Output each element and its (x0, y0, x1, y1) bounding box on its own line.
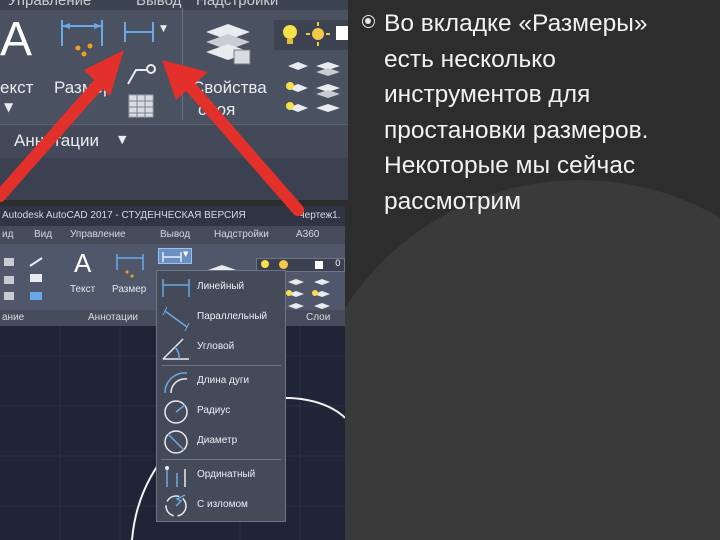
radius-dim-icon (164, 400, 188, 424)
menu-item-label: Линейный (197, 281, 245, 292)
text-tool-icon[interactable]: A (0, 14, 32, 66)
menu-item-angular[interactable]: Угловой (157, 333, 285, 363)
diameter-dim-icon (164, 430, 188, 454)
panel-title-annotation[interactable]: Аннотации (88, 310, 138, 326)
tab-addins[interactable]: Надстройки (196, 0, 278, 9)
window-titlebar: Autodesk AutoCAD 2017 - СТУДЕНЧЕСКАЯ ВЕР… (0, 206, 345, 226)
menu-item-label: Ординатный (197, 469, 256, 480)
menu-item-label: Параллельный (197, 311, 268, 322)
slide-line: Некоторые мы сейчас (384, 152, 636, 179)
linear-dim-split-button[interactable]: ▼ (158, 248, 192, 264)
modify-tools-icons[interactable] (2, 256, 46, 306)
menu-item-label: Диаметр (197, 435, 238, 446)
tab-view[interactable]: Вид (34, 226, 52, 244)
ribbon-zoomed-crop: Управление Вывод Надстройки A екст ▼ Раз… (0, 0, 348, 200)
dimension-tool-label: Размер (54, 78, 113, 97)
slide-line: рассмотрим (384, 187, 522, 215)
layer-properties-icon[interactable] (204, 20, 252, 66)
menu-separator (161, 365, 281, 366)
chevron-down-icon[interactable]: ▼ (160, 24, 167, 34)
tab-a360[interactable]: A360 (296, 226, 319, 244)
linear-dim-icon (162, 252, 182, 262)
text-tool-label: екст (0, 78, 34, 97)
tab-output[interactable]: Вывод (160, 226, 190, 244)
layer-properties-label-1: Свойства (192, 78, 267, 97)
menu-item-radius[interactable]: Радиус (157, 397, 285, 427)
arc-length-dim-icon (164, 372, 188, 394)
tab-manage[interactable]: Управление (8, 0, 91, 9)
annotation-panel-title: Аннотации (14, 131, 99, 150)
ribbon-bottom-area (0, 158, 348, 200)
text-tool-icon[interactable]: A (74, 248, 91, 279)
chevron-down-icon[interactable]: ▼ (118, 133, 126, 146)
layer-tools-icons[interactable] (284, 276, 340, 312)
dimension-tool-label: Размер (112, 284, 147, 295)
linear-dim-icon (162, 279, 190, 297)
menu-item-label: Радиус (197, 405, 231, 416)
panel-title-layers[interactable]: Слои (306, 310, 330, 326)
annotation-panel-bar[interactable]: Аннотации ▼ (0, 124, 348, 158)
menu-item-jogged[interactable]: С изломом (157, 491, 285, 521)
bullet-icon (362, 15, 375, 28)
menu-item-label: С изломом (197, 499, 248, 510)
slide-line: простановки размеров. (384, 116, 649, 144)
tab-manage[interactable]: Управление (70, 226, 126, 244)
angular-dim-icon (162, 338, 189, 360)
slide-bullet-text: Во вкладке «Размеры» есть несколько инст… (362, 6, 718, 219)
menu-item-label: Угловой (197, 341, 235, 352)
layer-name: 0 (335, 259, 341, 269)
menu-item-aligned[interactable]: Параллельный (157, 303, 285, 333)
dimension-tool-icon[interactable] (58, 16, 106, 64)
menu-item-linear[interactable]: Линейный (157, 273, 285, 303)
menu-separator (161, 459, 281, 460)
window-title: Autodesk AutoCAD 2017 - СТУДЕНЧЕСКАЯ ВЕР… (2, 210, 246, 221)
linear-dim-icon[interactable] (122, 20, 156, 44)
ribbon-tab-strip: Управление Вывод Надстройки (0, 0, 348, 10)
layer-state-icons[interactable] (274, 18, 348, 52)
panel-title-draw[interactable]: ание (2, 310, 24, 326)
menu-item-ordinate[interactable]: Ординатный (157, 461, 285, 491)
ribbon-tabs: ид Вид Управление Вывод Надстройки A360 (0, 226, 345, 244)
slide-line: есть несколько (384, 45, 556, 73)
drawing-file-name: Чертеж1. (298, 210, 341, 221)
aligned-dim-icon (162, 306, 190, 331)
menu-item-diameter[interactable]: Диаметр (157, 427, 285, 457)
table-icon[interactable] (128, 94, 154, 118)
leader-icon[interactable] (124, 60, 158, 88)
dimension-dropdown-menu: Линейный Параллельный Угловой Длина дуги… (156, 270, 286, 522)
tab-addins[interactable]: Надстройки (214, 226, 269, 244)
dimension-tool-icon[interactable] (114, 252, 146, 280)
chevron-down-icon[interactable]: ▼ (4, 100, 13, 114)
text-tool-label: Текст (70, 284, 96, 295)
chevron-down-icon: ▼ (183, 250, 189, 258)
menu-item-label: Длина дуги (197, 375, 250, 386)
slide-line: Во вкладке «Размеры» (384, 10, 648, 37)
jogged-dim-icon (165, 494, 187, 517)
panel-separator (182, 8, 183, 120)
tab-output[interactable]: Вывод (136, 0, 181, 9)
layer-properties-label-2: слоя (198, 100, 236, 119)
menu-item-arc-length[interactable]: Длина дуги (157, 367, 285, 397)
layer-tools-icons[interactable] (282, 58, 344, 118)
ordinate-dim-icon (165, 466, 186, 487)
slide-line: инструментов для (384, 81, 591, 108)
tab-insert[interactable]: ид (2, 226, 13, 244)
